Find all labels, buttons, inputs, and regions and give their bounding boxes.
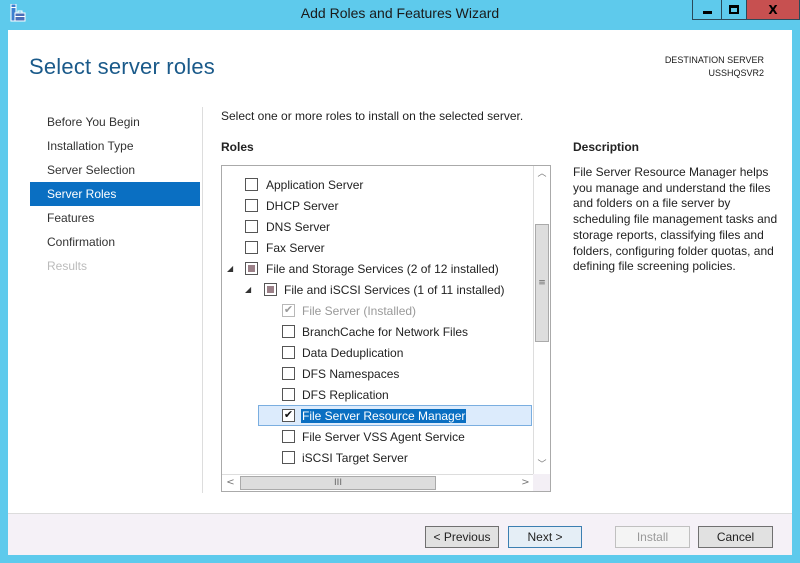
horizontal-scroll-thumb[interactable]: III	[240, 476, 436, 490]
role-label: File Server (Installed)	[302, 303, 417, 318]
role-label: File Server Resource Manager	[301, 408, 467, 423]
role-row-selected[interactable]: ✔ File Server Resource Manager	[258, 405, 532, 426]
nav-step-server-roles[interactable]: Server Roles	[30, 182, 200, 206]
scroll-up-icon[interactable]: ︿	[534, 166, 550, 183]
scroll-right-icon[interactable]: >	[517, 475, 534, 491]
wizard-footer: < Previous Next > Install Cancel	[8, 513, 792, 555]
wizard-window: Add Roles and Features Wizard X Select s…	[0, 0, 800, 563]
role-row[interactable]: File Server VSS Agent Service	[222, 426, 532, 447]
expanded-triangle-icon[interactable]: ◢	[227, 265, 235, 273]
page-title: Select server roles	[29, 54, 215, 79]
instruction-text: Select one or more roles to install on t…	[221, 109, 524, 123]
role-label: DFS Replication	[302, 387, 389, 402]
nav-divider	[202, 107, 203, 493]
destination-label: DESTINATION SERVER	[664, 55, 764, 65]
nav-step-confirmation[interactable]: Confirmation	[30, 230, 200, 254]
role-row[interactable]: Data Deduplication	[222, 342, 532, 363]
nav-step-features[interactable]: Features	[30, 206, 200, 230]
scroll-down-icon[interactable]: ﹀	[534, 457, 550, 474]
roles-header: Roles	[221, 140, 254, 154]
role-checkbox-disabled: ✔	[282, 304, 295, 317]
role-label: DFS Namespaces	[302, 366, 400, 381]
role-row[interactable]: DFS Namespaces	[222, 363, 532, 384]
close-icon: X	[768, 2, 778, 17]
role-label: iSCSI Target Server	[302, 450, 408, 465]
role-checkbox[interactable]	[282, 451, 295, 464]
wizard-client: Select server roles DESTINATION SERVER U…	[8, 30, 792, 555]
next-button[interactable]: Next >	[508, 526, 582, 548]
role-checkbox[interactable]	[245, 178, 258, 191]
description-header: Description	[573, 140, 640, 154]
role-checkbox-checked[interactable]: ✔	[282, 409, 295, 422]
description-text: File Server Resource Manager helps you m…	[573, 165, 778, 274]
role-row[interactable]: DNS Server	[222, 216, 532, 237]
role-checkbox[interactable]	[245, 220, 258, 233]
role-row[interactable]: Fax Server	[222, 237, 532, 258]
role-label: BranchCache for Network Files	[302, 324, 469, 339]
role-checkbox[interactable]	[282, 346, 295, 359]
role-label: File and iSCSI Services (1 of 11 install…	[284, 282, 505, 297]
role-label: DHCP Server	[266, 198, 339, 213]
vertical-scrollbar[interactable]: ︿ ≡ ﹀	[533, 166, 550, 474]
destination-server-info: DESTINATION SERVER USSHQSVR2	[665, 54, 764, 80]
role-label: File and Storage Services (2 of 12 insta…	[266, 261, 499, 276]
scrollbar-corner	[533, 474, 550, 491]
role-checkbox-partial[interactable]	[264, 283, 277, 296]
role-row[interactable]: Application Server	[222, 174, 532, 195]
role-row[interactable]: ◢ File and Storage Services (2 of 12 ins…	[222, 258, 532, 279]
role-row: ✔ File Server (Installed)	[222, 300, 532, 321]
nav-step-results: Results	[47, 259, 88, 273]
role-checkbox[interactable]	[282, 325, 295, 338]
role-label: DNS Server	[266, 219, 331, 234]
vertical-scroll-thumb[interactable]: ≡	[535, 224, 549, 342]
nav-step-installation-type[interactable]: Installation Type	[30, 134, 200, 158]
maximize-button[interactable]	[721, 0, 747, 20]
nav-step-before-you-begin[interactable]: Before You Begin	[30, 110, 200, 134]
previous-button[interactable]: < Previous	[425, 526, 499, 548]
roles-tree[interactable]: Application Server DHCP Server DNS Serve…	[221, 165, 551, 492]
role-row[interactable]: DHCP Server	[222, 195, 532, 216]
role-row[interactable]: ◢ File and iSCSI Services (1 of 11 insta…	[222, 279, 532, 300]
destination-server-name: USSHQSVR2	[708, 68, 764, 78]
role-label: Application Server	[266, 177, 364, 192]
role-checkbox[interactable]	[282, 388, 295, 401]
close-button[interactable]: X	[747, 0, 800, 20]
install-button: Install	[615, 526, 690, 548]
maximize-icon	[729, 5, 739, 14]
nav-step-server-selection[interactable]: Server Selection	[30, 158, 200, 182]
role-row[interactable]: DFS Replication	[222, 384, 532, 405]
title-bar[interactable]: Add Roles and Features Wizard X	[0, 0, 800, 29]
cancel-button[interactable]: Cancel	[698, 526, 773, 548]
grip-icon: III	[334, 478, 342, 488]
minimize-icon	[702, 10, 712, 14]
role-checkbox[interactable]	[245, 199, 258, 212]
horizontal-scrollbar[interactable]: < III >	[222, 474, 534, 491]
window-title: Add Roles and Features Wizard	[300, 5, 500, 21]
expanded-triangle-icon[interactable]: ◢	[245, 286, 253, 294]
role-checkbox[interactable]	[282, 367, 295, 380]
scroll-left-icon[interactable]: <	[222, 475, 239, 491]
role-row[interactable]: iSCSI Target Server	[222, 447, 532, 468]
role-checkbox[interactable]	[245, 241, 258, 254]
wizard-steps-nav: Before You Begin Installation Type Serve…	[30, 110, 200, 278]
role-checkbox[interactable]	[282, 430, 295, 443]
role-checkbox-partial[interactable]	[245, 262, 258, 275]
role-label: Fax Server	[266, 240, 325, 255]
grip-icon: ≡	[538, 278, 546, 288]
role-label: Data Deduplication	[302, 345, 404, 360]
minimize-button[interactable]	[692, 0, 721, 20]
role-label: File Server VSS Agent Service	[302, 429, 465, 444]
role-row[interactable]: BranchCache for Network Files	[222, 321, 532, 342]
